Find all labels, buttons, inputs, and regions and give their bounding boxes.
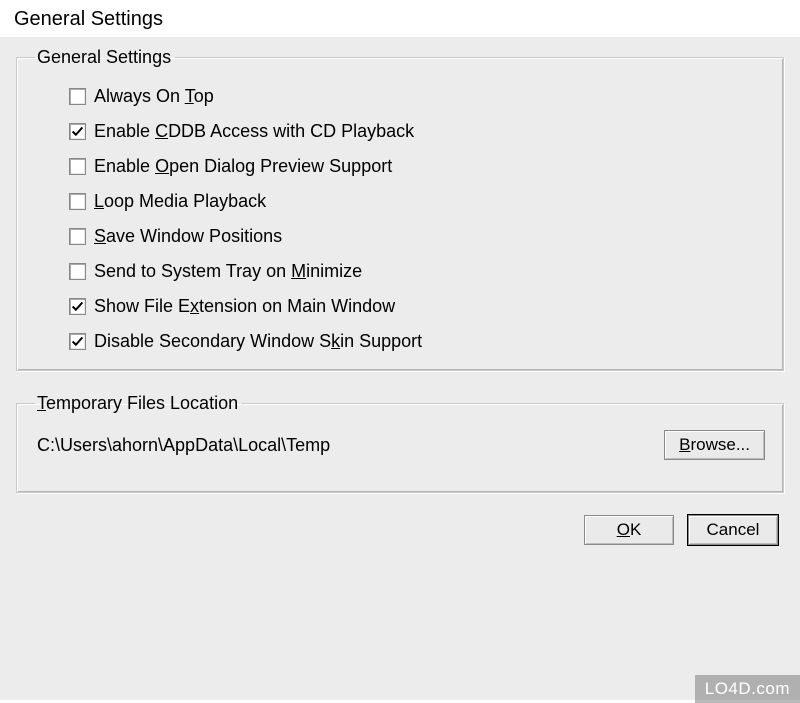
option-label: Always On Top: [94, 86, 214, 107]
window-title: General Settings: [0, 0, 800, 37]
checkbox-icon[interactable]: [69, 123, 86, 140]
option-label: Show File Extension on Main Window: [94, 296, 395, 317]
option-label: Send to System Tray on Minimize: [94, 261, 362, 282]
ok-button[interactable]: OK: [584, 515, 674, 545]
temp-path-text: C:\Users\ahorn\AppData\Local\Temp: [37, 435, 330, 456]
watermark: LO4D.com: [695, 675, 800, 703]
checkbox-icon[interactable]: [69, 263, 86, 280]
option-label: Save Window Positions: [94, 226, 282, 247]
dialog-button-row: OK Cancel: [16, 515, 784, 545]
option-loop-playback[interactable]: Loop Media Playback: [69, 191, 765, 212]
checkbox-icon[interactable]: [69, 158, 86, 175]
checkbox-icon[interactable]: [69, 193, 86, 210]
cancel-button[interactable]: Cancel: [688, 515, 778, 545]
general-settings-list: Always On Top Enable CDDB Access with CD…: [35, 82, 765, 352]
checkbox-icon[interactable]: [69, 88, 86, 105]
option-save-window-positions[interactable]: Save Window Positions: [69, 226, 765, 247]
temp-files-group: Temporary Files Location C:\Users\ahorn\…: [16, 393, 784, 493]
option-label: Loop Media Playback: [94, 191, 266, 212]
option-label: Disable Secondary Window Skin Support: [94, 331, 422, 352]
checkbox-icon[interactable]: [69, 333, 86, 350]
general-settings-legend: General Settings: [35, 47, 175, 68]
temp-files-legend: Temporary Files Location: [35, 393, 242, 414]
option-send-to-tray[interactable]: Send to System Tray on Minimize: [69, 261, 765, 282]
browse-button[interactable]: Browse...: [664, 430, 765, 460]
option-always-on-top[interactable]: Always On Top: [69, 86, 765, 107]
option-open-dialog-preview[interactable]: Enable Open Dialog Preview Support: [69, 156, 765, 177]
option-label: Enable Open Dialog Preview Support: [94, 156, 392, 177]
checkbox-icon[interactable]: [69, 228, 86, 245]
option-show-file-extension[interactable]: Show File Extension on Main Window: [69, 296, 765, 317]
checkbox-icon[interactable]: [69, 298, 86, 315]
settings-window: General Settings General Settings Always…: [0, 0, 800, 700]
option-disable-secondary-skin[interactable]: Disable Secondary Window Skin Support: [69, 331, 765, 352]
option-enable-cddb[interactable]: Enable CDDB Access with CD Playback: [69, 121, 765, 142]
temp-files-row: C:\Users\ahorn\AppData\Local\Temp Browse…: [35, 428, 765, 474]
client-area: General Settings Always On Top Enable CD…: [0, 37, 800, 700]
option-label: Enable CDDB Access with CD Playback: [94, 121, 414, 142]
general-settings-group: General Settings Always On Top Enable CD…: [16, 47, 784, 371]
